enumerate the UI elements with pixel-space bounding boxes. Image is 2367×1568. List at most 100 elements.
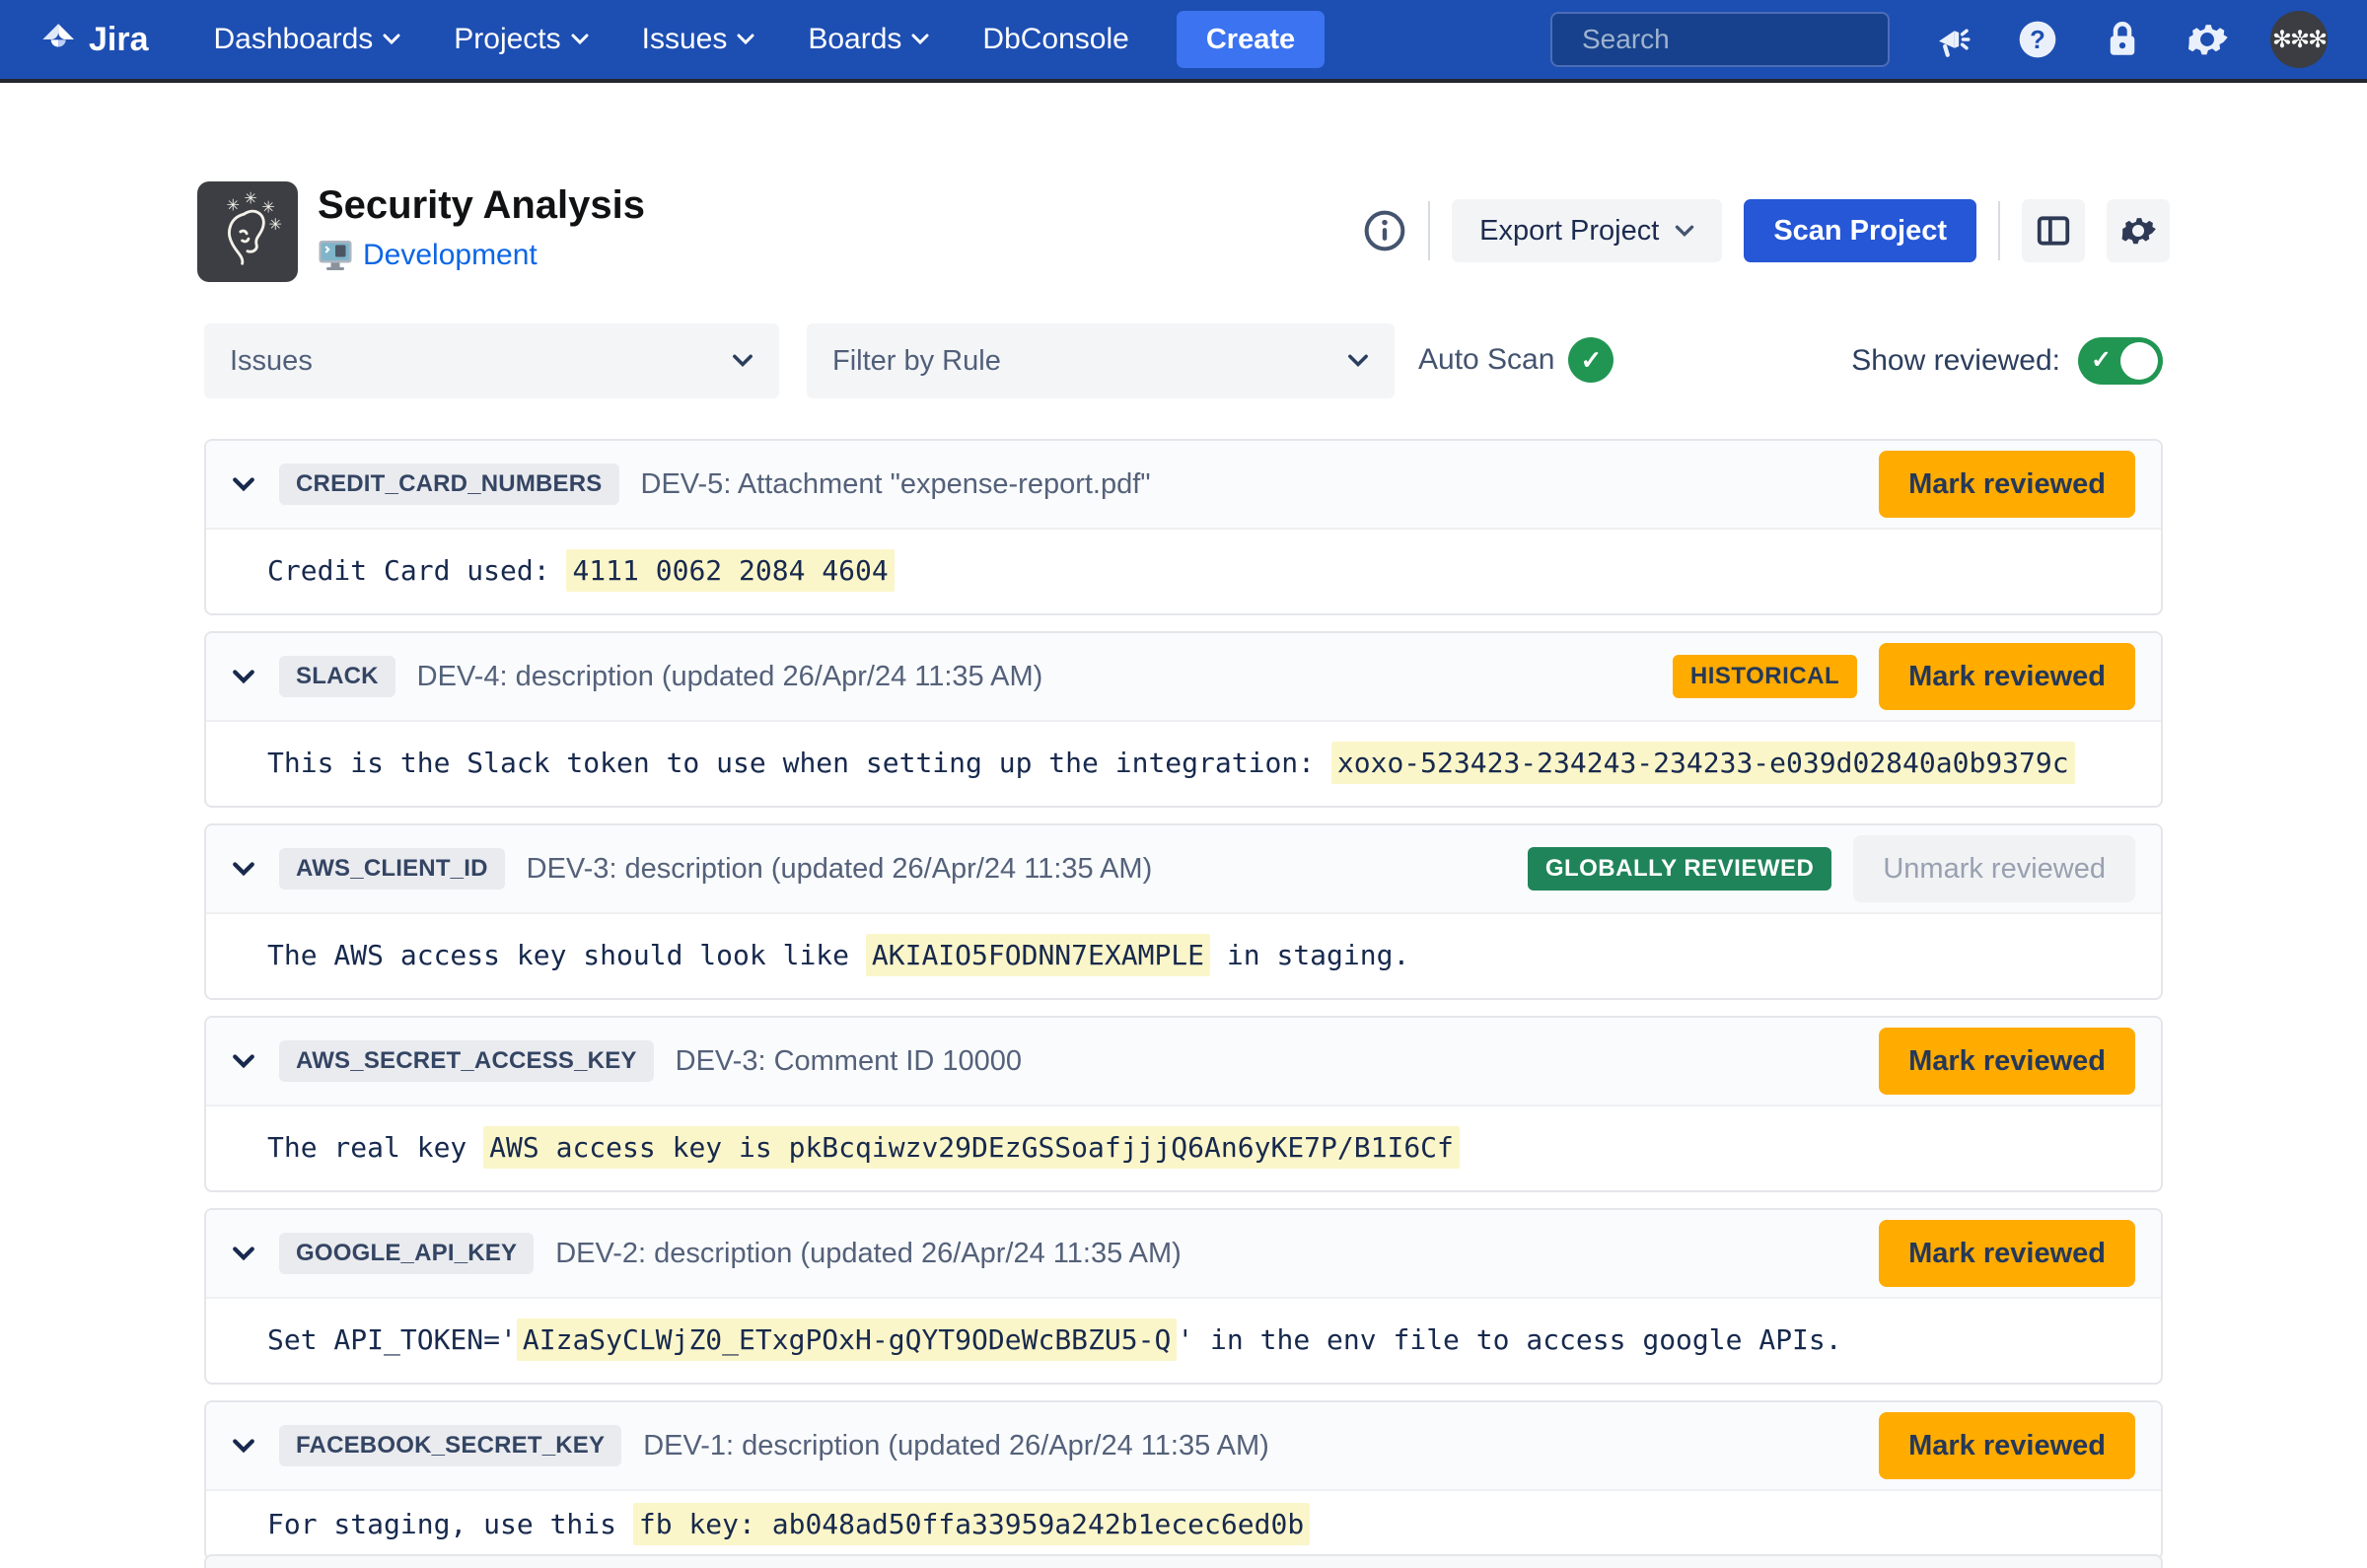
show-reviewed-label: Show reviewed:	[1851, 344, 2060, 378]
layout-panel-button[interactable]	[2022, 199, 2085, 262]
show-reviewed-toggle[interactable]: ✓	[2078, 337, 2163, 385]
collapse-chevron-icon[interactable]	[232, 477, 255, 492]
body-text-pre: Set API_TOKEN='	[267, 1323, 517, 1356]
monitor-emoji-icon	[318, 239, 353, 272]
chevron-down-icon	[732, 354, 753, 368]
mark-reviewed-button[interactable]: Mark reviewed	[1879, 1028, 2135, 1095]
jira-logo[interactable]: Jira	[39, 20, 149, 59]
finding-body: The AWS access key should look like AKIA…	[206, 914, 2161, 998]
globally-reviewed-badge: GLOBALLY REVIEWED	[1528, 847, 1832, 891]
project-avatar: ✳ ✳ ✳ ✳	[197, 181, 298, 282]
jira-mark-icon	[39, 20, 79, 59]
chevron-down-icon	[383, 34, 400, 45]
divider	[1428, 201, 1430, 260]
body-text-pre: The real key	[267, 1131, 483, 1164]
announcements-icon[interactable]	[1931, 18, 1974, 61]
chevron-down-icon	[1347, 354, 1369, 368]
finding-title: DEV-2: description (updated 26/Apr/24 11…	[555, 1238, 1182, 1270]
issues-select[interactable]: Issues	[204, 323, 779, 398]
collapse-chevron-icon[interactable]	[232, 1439, 255, 1454]
finding-body: Set API_TOKEN='AIzaSyCLWjZ0_ETxgPOxH-gQY…	[206, 1299, 2161, 1383]
finding-header[interactable]: FACEBOOK_SECRET_KEY DEV-1: description (…	[206, 1402, 2161, 1491]
project-link-row: Development	[318, 239, 645, 272]
issues-select-value: Issues	[230, 345, 313, 378]
nav-item-label: Issues	[642, 23, 728, 56]
toggle-check-glyph: ✓	[2091, 345, 2112, 375]
finding-body: The real key AWS access key is pkBcqiwzv…	[206, 1106, 2161, 1190]
nav-item-issues[interactable]: Issues	[642, 23, 755, 56]
export-project-button[interactable]: Export Project	[1452, 199, 1722, 262]
nav-item-projects[interactable]: Projects	[454, 23, 588, 56]
finding-header[interactable]: AWS_CLIENT_ID DEV-3: description (update…	[206, 825, 2161, 914]
body-text-post: ' in the env file to access google APIs.	[1177, 1323, 1841, 1356]
nav-right-cluster: ? ✻✼✻	[1550, 11, 2328, 68]
finding-card: SLACK DEV-4: description (updated 26/Apr…	[204, 631, 2163, 808]
finding-header[interactable]: GOOGLE_API_KEY DEV-2: description (updat…	[206, 1210, 2161, 1299]
info-button[interactable]	[1363, 209, 1406, 252]
lock-icon[interactable]	[2101, 18, 2144, 61]
help-icon[interactable]: ?	[2016, 18, 2059, 61]
body-text-post: in staging.	[1210, 939, 1409, 971]
svg-text:✳: ✳	[227, 196, 241, 215]
mark-reviewed-button[interactable]: Mark reviewed	[1879, 1412, 2135, 1479]
project-link[interactable]: Development	[363, 239, 538, 272]
finding-body: This is the Slack token to use when sett…	[206, 722, 2161, 806]
page-header: ✳ ✳ ✳ ✳ Security Analysis Development	[197, 181, 2170, 292]
collapse-chevron-icon[interactable]	[232, 862, 255, 877]
nav-item-label: Boards	[808, 23, 901, 56]
header-actions: Export Project Scan Project	[1363, 199, 2170, 262]
svg-text:?: ?	[2030, 27, 2045, 54]
scan-project-button[interactable]: Scan Project	[1744, 199, 1976, 262]
finding-title: DEV-3: Comment ID 10000	[676, 1045, 1022, 1078]
rule-tag: AWS_SECRET_ACCESS_KEY	[279, 1040, 654, 1082]
filter-by-rule-select[interactable]: Filter by Rule	[807, 323, 1395, 398]
body-text-pre: Credit Card used:	[267, 554, 566, 587]
page-settings-button[interactable]	[2107, 199, 2170, 262]
nav-item-dbconsole[interactable]: DbConsole	[982, 23, 1128, 56]
body-text-pre: For staging, use this	[267, 1508, 633, 1540]
user-avatar[interactable]: ✻✼✻	[2270, 11, 2328, 68]
chevron-down-icon	[571, 34, 589, 45]
mark-reviewed-button[interactable]: Mark reviewed	[1879, 451, 2135, 518]
export-project-label: Export Project	[1479, 215, 1659, 248]
next-card-partial	[204, 1554, 2163, 1568]
rule-tag: FACEBOOK_SECRET_KEY	[279, 1425, 621, 1466]
divider	[1998, 201, 2000, 260]
title-block: Security Analysis Development	[318, 181, 645, 272]
rule-tag: CREDIT_CARD_NUMBERS	[279, 463, 619, 505]
unmark-reviewed-button[interactable]: Unmark reviewed	[1853, 835, 2135, 902]
settings-icon[interactable]	[2186, 18, 2229, 61]
global-search[interactable]	[1550, 12, 1890, 67]
collapse-chevron-icon[interactable]	[232, 1054, 255, 1069]
page: Jira Dashboards Projects Issues Boards D…	[0, 0, 2367, 1568]
collapse-chevron-icon[interactable]	[232, 670, 255, 684]
layout-panel-icon	[2035, 212, 2072, 249]
svg-text:✳: ✳	[261, 197, 274, 216]
finding-title: DEV-4: description (updated 26/Apr/24 11…	[417, 661, 1043, 693]
body-text-pre: The AWS access key should look like	[267, 939, 866, 971]
auto-scan-check-icon: ✓	[1568, 337, 1614, 383]
mark-reviewed-button[interactable]: Mark reviewed	[1879, 643, 2135, 710]
secret-highlight: AIzaSyCLWjZ0_ETxgPOxH-gQYT9ODeWcBBZU5-Q	[517, 1319, 1177, 1361]
finding-header[interactable]: AWS_SECRET_ACCESS_KEY DEV-3: Comment ID …	[206, 1018, 2161, 1106]
search-input[interactable]	[1582, 24, 1938, 55]
filter-row: Issues Filter by Rule Auto Scan ✓ Show r…	[204, 323, 2163, 398]
finding-header[interactable]: CREDIT_CARD_NUMBERS DEV-5: Attachment "e…	[206, 441, 2161, 530]
rule-tag: SLACK	[279, 656, 395, 697]
brand-text: Jira	[89, 21, 149, 59]
finding-title: DEV-5: Attachment "expense-report.pdf"	[641, 468, 1151, 501]
finding-card: FACEBOOK_SECRET_KEY DEV-1: description (…	[204, 1400, 2163, 1560]
finding-header[interactable]: SLACK DEV-4: description (updated 26/Apr…	[206, 633, 2161, 722]
show-reviewed-control: Show reviewed: ✓	[1851, 337, 2163, 385]
nav-item-dashboards[interactable]: Dashboards	[214, 23, 401, 56]
finding-card: AWS_CLIENT_ID DEV-3: description (update…	[204, 823, 2163, 1000]
mark-reviewed-button[interactable]: Mark reviewed	[1879, 1220, 2135, 1287]
finding-body: For staging, use this fb key: ab048ad50f…	[206, 1491, 2161, 1558]
info-icon	[1363, 209, 1406, 252]
rule-tag: GOOGLE_API_KEY	[279, 1233, 534, 1274]
secret-highlight: fb key: ab048ad50ffa33959a242b1ecec6ed0b	[633, 1503, 1310, 1545]
auto-scan-label: Auto Scan	[1418, 343, 1554, 377]
nav-item-boards[interactable]: Boards	[808, 23, 929, 56]
create-button[interactable]: Create	[1177, 11, 1325, 68]
collapse-chevron-icon[interactable]	[232, 1247, 255, 1261]
